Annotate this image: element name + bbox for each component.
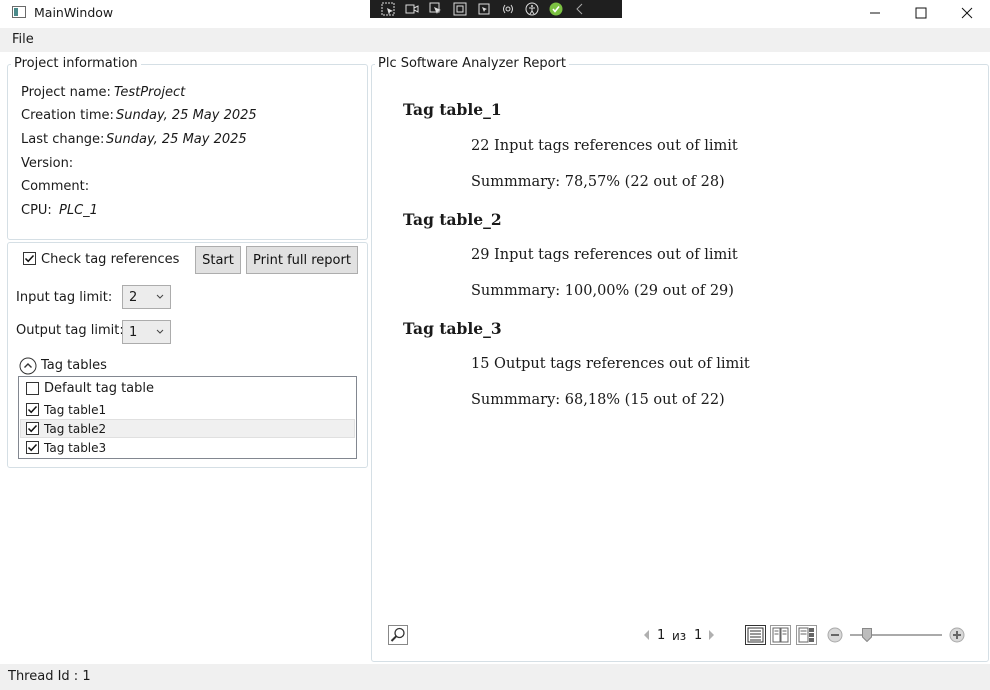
report-section-summary-1: Summmary: 78,57% (22 out of 28) [471, 174, 725, 190]
report-section-summary-2: Summmary: 100,00% (29 out of 29) [471, 283, 734, 299]
record-icon[interactable] [402, 2, 422, 16]
project-name-value: TestProject [114, 85, 186, 100]
tag-tables-expander-toggle[interactable] [19, 357, 37, 375]
thumbnails-view-button[interactable] [796, 625, 817, 645]
start-button[interactable]: Start [195, 246, 241, 274]
track-focus-icon[interactable] [474, 2, 494, 16]
report-section-title-2: Tag table_2 [403, 210, 502, 229]
output-tag-limit-combo[interactable]: 1 [122, 320, 171, 344]
next-page-button[interactable] [707, 628, 717, 642]
tag-table-label-2: Tag table2 [44, 422, 107, 436]
two-page-view-button[interactable] [770, 625, 791, 645]
print-full-report-button[interactable]: Print full report [246, 246, 358, 274]
prev-page-icon [644, 630, 649, 640]
output-tag-limit-label: Output tag limit: [16, 323, 124, 338]
zoom-slider[interactable] [848, 625, 944, 645]
checkmark-icon [27, 443, 38, 452]
zoom-in-button[interactable] [949, 627, 965, 643]
input-tag-limit-value: 2 [129, 289, 138, 305]
report-section-message-2: 29 Input tags references out of limit [471, 247, 738, 263]
chevron-down-icon [156, 294, 164, 299]
minimize-icon [870, 12, 880, 14]
select-element-icon[interactable] [378, 2, 398, 16]
select-pointer-icon[interactable] [426, 2, 446, 16]
checkmark-icon [27, 424, 38, 433]
tag-tables-expander-label[interactable]: Tag tables [41, 358, 107, 373]
checkmark-icon [24, 254, 35, 263]
last-change-value: Sunday, 25 May 2025 [106, 132, 247, 147]
maximize-button[interactable] [898, 0, 944, 26]
hot-reload-icon[interactable] [498, 2, 518, 16]
project-name-label: Project name: [21, 85, 111, 100]
find-button[interactable] [388, 625, 408, 645]
zoom-out-button[interactable] [827, 627, 843, 643]
close-button[interactable] [944, 0, 990, 26]
report-header: Plc Software Analyzer Report [375, 56, 569, 71]
tag-table-item-1[interactable]: Tag table1 [20, 400, 355, 419]
input-tag-limit-label: Input tag limit: [16, 290, 113, 305]
tag-table-item-default[interactable]: Default tag table [20, 379, 355, 398]
input-tag-limit-combo[interactable]: 2 [122, 285, 171, 309]
next-page-icon [709, 630, 714, 640]
zoom-out-icon [827, 627, 843, 643]
check-tag-references-label[interactable]: Check tag references [41, 252, 179, 267]
menu-file[interactable]: File [12, 32, 34, 47]
single-page-view-button[interactable] [745, 625, 766, 645]
thumbnails-icon [796, 625, 817, 645]
collapse-icon[interactable] [570, 2, 590, 16]
creation-time-value: Sunday, 25 May 2025 [116, 108, 257, 123]
project-info-header: Project information [11, 56, 141, 71]
app-icon [12, 6, 26, 18]
tag-table-label-default: Default tag table [44, 381, 155, 396]
check-icon[interactable] [546, 2, 566, 16]
two-page-icon [770, 625, 791, 645]
zoom-in-icon [949, 627, 965, 643]
prev-page-button[interactable] [641, 628, 651, 642]
close-icon [961, 7, 973, 19]
report-section-title-1: Tag table_1 [403, 100, 502, 119]
minimize-button[interactable] [852, 0, 898, 26]
single-page-icon [745, 625, 766, 645]
checkmark-icon [27, 405, 38, 414]
find-icon [388, 625, 408, 645]
accessibility-icon[interactable] [522, 2, 542, 16]
chevron-down-icon [156, 329, 164, 334]
window-title: MainWindow [34, 5, 114, 20]
tag-table-item-3[interactable]: Tag table3 [20, 438, 355, 457]
status-bar [0, 664, 990, 690]
report-section-message-1: 22 Input tags references out of limit [471, 138, 738, 154]
report-section-message-3: 15 Output tags references out of limit [471, 356, 750, 372]
tag-tables-list: Default tag table Tag table1 Tag table2 … [18, 376, 357, 459]
zoom-slider-thumb[interactable] [861, 628, 872, 643]
report-section-title-3: Tag table_3 [403, 319, 502, 338]
tag-table-item-2[interactable]: Tag table2 [20, 419, 355, 438]
total-pages: 1 [694, 628, 703, 643]
output-tag-limit-value: 1 [129, 324, 138, 340]
tag-table-checkbox-2[interactable] [26, 422, 39, 435]
chevron-up-icon [19, 357, 37, 375]
version-label: Version: [21, 156, 74, 171]
tag-table-checkbox-3[interactable] [26, 441, 39, 454]
creation-time-label: Creation time: [21, 108, 114, 123]
cpu-value: PLC_1 [59, 203, 98, 218]
current-page: 1 [657, 628, 666, 643]
last-change-label: Last change: [21, 132, 105, 147]
comment-label: Comment: [21, 179, 90, 194]
debug-toolbar [370, 0, 622, 18]
report-section-summary-3: Summmary: 68,18% (15 out of 22) [471, 392, 725, 408]
check-tag-references-checkbox[interactable] [23, 252, 36, 265]
tag-table-label-3: Tag table3 [44, 441, 107, 455]
tag-table-label-1: Tag table1 [44, 403, 107, 417]
status-text: Thread Id : 1 [8, 669, 91, 684]
layout-adorner-icon[interactable] [450, 2, 470, 16]
maximize-icon [915, 7, 927, 19]
tag-table-checkbox-1[interactable] [26, 403, 39, 416]
tag-table-checkbox-default[interactable] [26, 382, 39, 395]
menu-bar [0, 28, 990, 52]
cpu-label: CPU: [21, 203, 52, 218]
page-of-label: из [672, 629, 687, 643]
